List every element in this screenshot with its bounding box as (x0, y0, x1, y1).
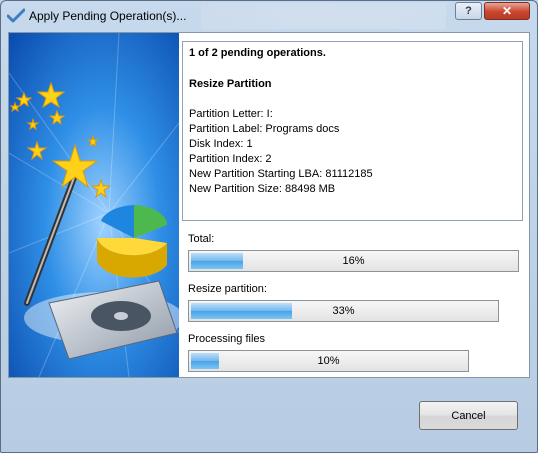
operation-pane: 1 of 2 pending operations. Resize Partit… (179, 33, 529, 377)
close-button[interactable]: ✕ (484, 2, 530, 20)
files-progress-bar: 10% (188, 350, 469, 372)
resize-progress-label: Resize partition: (188, 283, 267, 295)
help-button[interactable]: ? (455, 2, 482, 20)
dialog-window: Apply Pending Operation(s)... ? ✕ 1 of 2… (0, 0, 538, 453)
total-progress-text: 16% (342, 255, 365, 267)
total-progress-label: Total: (188, 233, 215, 245)
detail-starting-lba: New Partition Starting LBA: 81112185 (189, 168, 373, 180)
pending-count-text: 1 of 2 pending operations. (189, 47, 326, 59)
operation-title: Resize Partition (189, 78, 272, 90)
detail-partition-letter: Partition Letter: I: (189, 108, 273, 120)
operation-details-box: 1 of 2 pending operations. Resize Partit… (182, 41, 523, 221)
cancel-button[interactable]: Cancel (419, 401, 518, 430)
title-bar[interactable]: Apply Pending Operation(s)... ? ✕ (1, 1, 537, 31)
total-progress-bar: 16% (188, 250, 519, 272)
detail-partition-index: Partition Index: 2 (189, 153, 272, 165)
checkmark-icon (7, 8, 25, 23)
magic-wand-disk-illustration (9, 33, 179, 377)
files-progress-label: Processing files (188, 333, 266, 345)
close-icon: ✕ (501, 4, 513, 18)
button-area: Cancel (8, 379, 530, 444)
dialog-content: 1 of 2 pending operations. Resize Partit… (8, 32, 530, 378)
resize-progress-text: 33% (332, 305, 355, 317)
detail-partition-size: New Partition Size: 88498 MB (189, 183, 336, 195)
detail-partition-label: Partition Label: Programs docs (189, 123, 340, 135)
resize-progress-bar: 33% (188, 300, 499, 322)
detail-disk-index: Disk Index: 1 (189, 138, 253, 150)
help-icon: ? (465, 5, 472, 17)
window-title: Apply Pending Operation(s)... (29, 9, 187, 23)
files-progress-text: 10% (317, 355, 340, 367)
background-window-blur (201, 3, 446, 29)
